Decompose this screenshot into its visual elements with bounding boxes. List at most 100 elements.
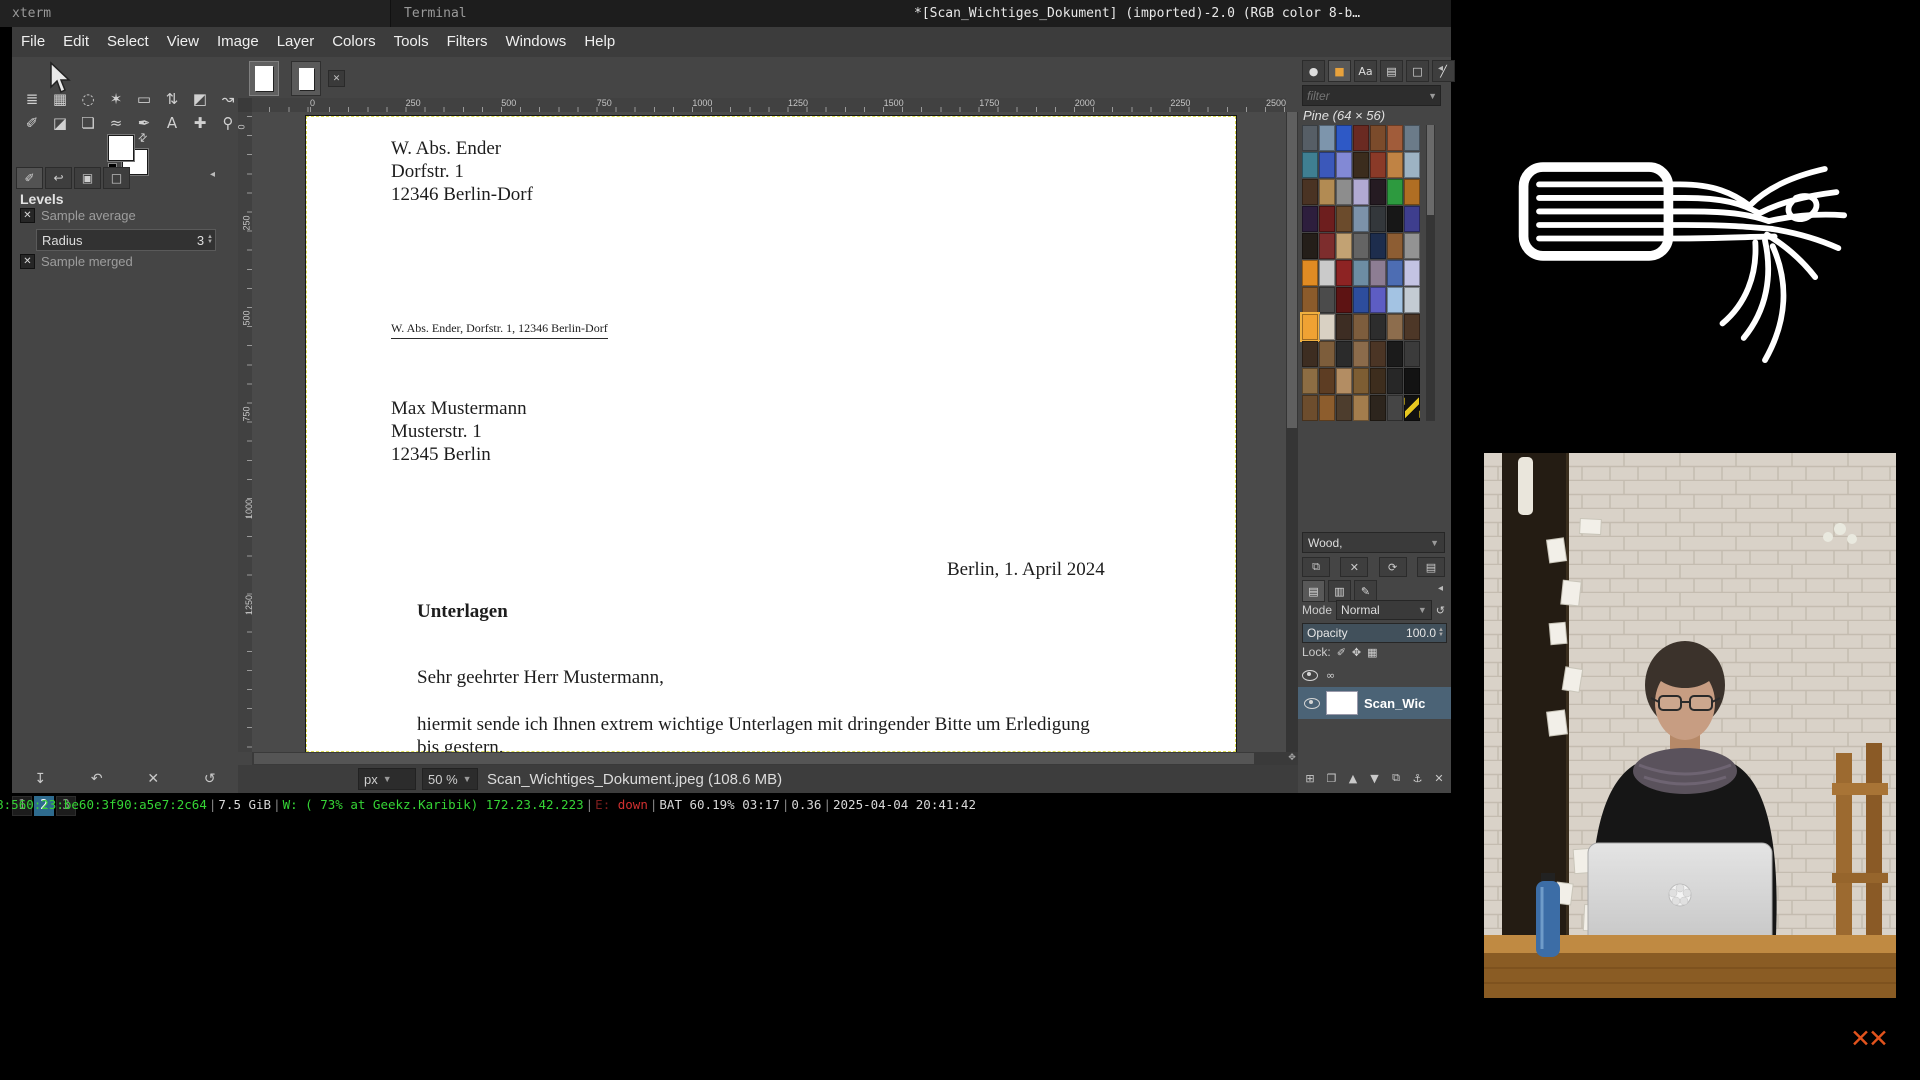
pattern-swatch[interactable] — [1302, 395, 1318, 421]
pattern-swatch[interactable] — [1302, 314, 1318, 340]
unit-select[interactable]: px ▼ — [358, 768, 416, 790]
dock-menu-icon[interactable]: ◂ — [1438, 63, 1443, 74]
menu-colors[interactable]: Colors — [323, 27, 384, 57]
align-tool[interactable]: ≣ — [18, 87, 46, 111]
pattern-swatch[interactable] — [1404, 395, 1420, 421]
patterns-dialog-tab[interactable]: ■ — [1328, 60, 1351, 82]
image-tab-active[interactable] — [249, 61, 279, 96]
lock-pixels-icon[interactable]: ✐ — [1337, 646, 1346, 659]
new-layer-button[interactable]: ⊞ — [1301, 769, 1320, 787]
pattern-swatch[interactable] — [1404, 179, 1420, 205]
pattern-swatch[interactable] — [1319, 152, 1335, 178]
sample-merged-option[interactable]: ✕ Sample merged — [20, 254, 133, 269]
images-dialog-tab[interactable]: □ — [1406, 60, 1429, 82]
navigation-icon[interactable]: ✥ — [1286, 752, 1298, 765]
pattern-swatch[interactable] — [1370, 125, 1386, 151]
pattern-swatch[interactable] — [1370, 233, 1386, 259]
menu-tools[interactable]: Tools — [385, 27, 438, 57]
pattern-swatch[interactable] — [1353, 125, 1369, 151]
pattern-swatch[interactable] — [1404, 152, 1420, 178]
pattern-swatch[interactable] — [1387, 260, 1403, 286]
vertical-scrollbar[interactable] — [1286, 112, 1298, 752]
pattern-swatch[interactable] — [1404, 260, 1420, 286]
checkbox-checked-icon[interactable]: ✕ — [20, 208, 35, 223]
reset-tool-options-button[interactable]: ↺ — [195, 768, 225, 790]
menu-windows[interactable]: Windows — [496, 27, 575, 57]
ruler-origin-box[interactable] — [238, 98, 253, 113]
document-history-tab[interactable]: ▤ — [1380, 60, 1403, 82]
radius-spin-scale[interactable]: Radius 3 ▲▼ — [36, 229, 216, 251]
pattern-swatch[interactable] — [1336, 287, 1352, 313]
pattern-scrollbar[interactable] — [1426, 125, 1435, 421]
pattern-swatch[interactable] — [1370, 206, 1386, 232]
paintbrush-tool[interactable]: ✐ — [18, 111, 46, 135]
duplicate-pattern-button[interactable]: ⧉ — [1302, 557, 1330, 577]
pattern-swatch[interactable] — [1370, 314, 1386, 340]
clone-tool[interactable]: ❏ — [74, 111, 102, 135]
delete-tool-options-button[interactable]: ✕ — [138, 768, 168, 790]
color-picker-tool[interactable]: ✚ — [186, 111, 214, 135]
pattern-swatch[interactable] — [1370, 152, 1386, 178]
menu-view[interactable]: View — [158, 27, 208, 57]
pattern-swatch[interactable] — [1302, 287, 1318, 313]
transform-tool[interactable]: ⇅ — [158, 87, 186, 111]
pattern-swatch[interactable] — [1404, 341, 1420, 367]
pattern-swatch[interactable] — [1353, 233, 1369, 259]
sample-average-option[interactable]: ✕ Sample average — [20, 208, 136, 223]
pattern-swatch[interactable] — [1336, 314, 1352, 340]
pattern-swatch[interactable] — [1404, 206, 1420, 232]
channels-tab[interactable]: ▥ — [1328, 580, 1351, 602]
new-group-button[interactable]: ❐ — [1322, 769, 1341, 787]
free-select-tool[interactable]: ◌ — [74, 87, 102, 111]
pattern-swatch[interactable] — [1370, 341, 1386, 367]
pattern-swatch[interactable] — [1353, 152, 1369, 178]
gradients-dialog-tab[interactable]: ╱ — [1432, 60, 1455, 82]
pattern-swatch[interactable] — [1353, 206, 1369, 232]
pattern-swatch[interactable] — [1302, 341, 1318, 367]
pattern-swatch[interactable] — [1302, 125, 1318, 151]
horizontal-scrollbar[interactable] — [252, 752, 1286, 765]
gradient-select[interactable]: Wood, ▼ — [1302, 532, 1445, 553]
pattern-scrollbar-thumb[interactable] — [1427, 125, 1434, 215]
pattern-swatch[interactable] — [1319, 179, 1335, 205]
shear-tool[interactable]: ◩ — [186, 87, 214, 111]
pattern-swatch[interactable] — [1336, 395, 1352, 421]
dock-menu-icon[interactable]: ◂ — [210, 169, 215, 180]
pattern-filter-input[interactable] — [1303, 89, 1428, 103]
pattern-swatch[interactable] — [1387, 314, 1403, 340]
brushes-dialog-tab[interactable]: ● — [1302, 60, 1325, 82]
paths-tab[interactable]: ✎ — [1354, 580, 1377, 602]
lower-layer-button[interactable]: ▼ — [1365, 769, 1384, 787]
pattern-swatch[interactable] — [1336, 152, 1352, 178]
lock-alpha-icon[interactable]: ▦ — [1367, 646, 1377, 659]
pattern-filter-box[interactable]: ▼ — [1302, 85, 1441, 106]
warp-tool[interactable]: ≈ — [102, 111, 130, 135]
refresh-patterns-button[interactable]: ⟳ — [1379, 557, 1407, 577]
pattern-swatch[interactable] — [1387, 152, 1403, 178]
tool-options-tab[interactable]: ✐ — [16, 167, 43, 189]
horizontal-scrollbar-thumb[interactable] — [254, 753, 1254, 764]
pattern-swatch[interactable] — [1319, 260, 1335, 286]
device-status-tab[interactable]: ▣ — [74, 167, 101, 189]
raise-layer-button[interactable]: ▲ — [1344, 769, 1363, 787]
restore-tool-options-button[interactable]: ↶ — [82, 768, 112, 790]
wm-tab-terminal[interactable]: Terminal — [390, 0, 924, 27]
pattern-swatch[interactable] — [1319, 368, 1335, 394]
menu-help[interactable]: Help — [575, 27, 624, 57]
foreground-color-swatch[interactable] — [108, 135, 134, 161]
open-pattern-button[interactable]: ▤ — [1417, 557, 1445, 577]
pattern-swatch[interactable] — [1404, 368, 1420, 394]
pattern-swatch[interactable] — [1302, 152, 1318, 178]
pattern-swatch[interactable] — [1353, 341, 1369, 367]
layer-visibility-eye-icon[interactable] — [1304, 698, 1320, 709]
pattern-swatch[interactable] — [1336, 179, 1352, 205]
save-tool-options-button[interactable]: ↧ — [25, 768, 55, 790]
pattern-swatch[interactable] — [1336, 368, 1352, 394]
menu-select[interactable]: Select — [98, 27, 158, 57]
pattern-swatch[interactable] — [1387, 233, 1403, 259]
pattern-swatch[interactable] — [1302, 260, 1318, 286]
pattern-swatch[interactable] — [1387, 125, 1403, 151]
pattern-swatch[interactable] — [1370, 395, 1386, 421]
wm-tab-gimp-active[interactable]: *[Scan_Wichtiges_Dokument] (imported)-2.… — [910, 0, 1455, 27]
spinner-icon[interactable]: ▲▼ — [207, 235, 215, 245]
